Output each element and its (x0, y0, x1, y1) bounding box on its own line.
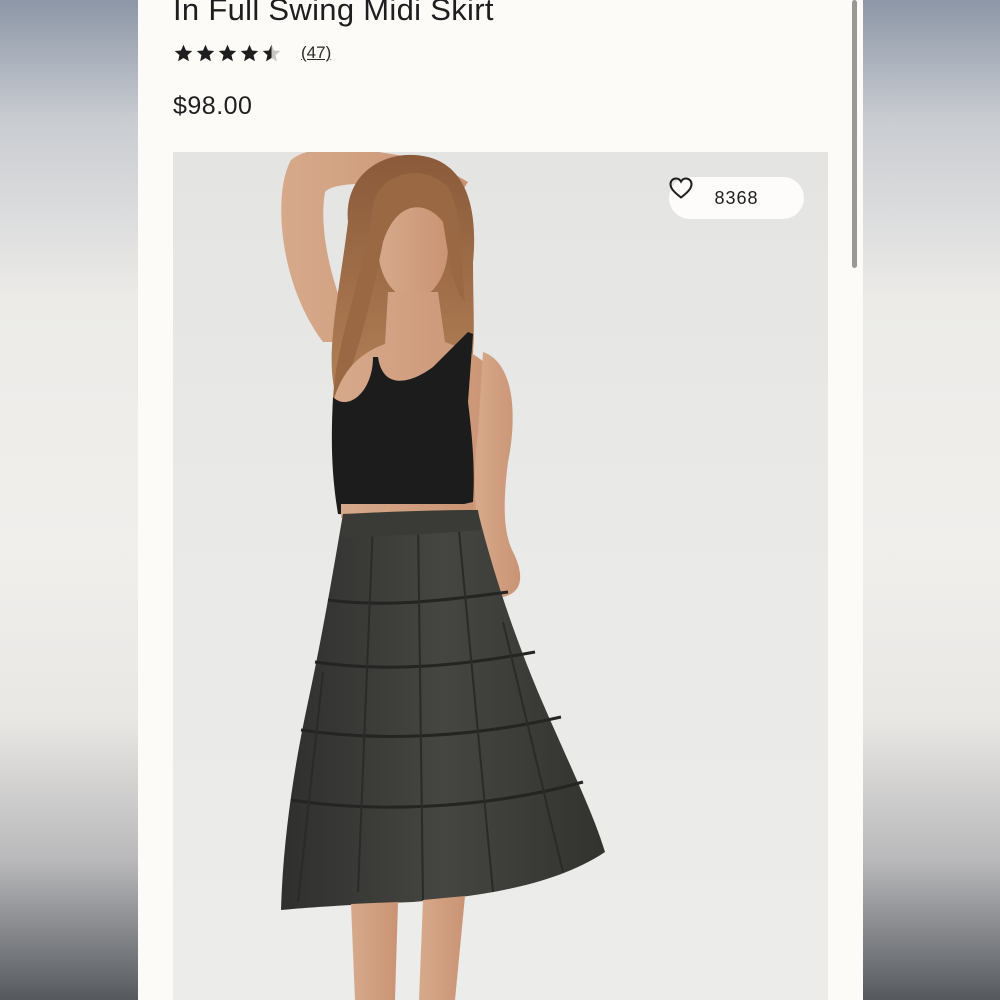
blurred-background-right (863, 0, 1000, 1000)
star-icon (240, 44, 259, 61)
star-icon (174, 44, 193, 61)
heart-outline-icon (669, 177, 693, 199)
star-icon (218, 44, 237, 61)
product-image[interactable]: 8368 (173, 152, 828, 1000)
half-star-icon (262, 44, 281, 61)
product-title: In Full Swing Midi Skirt (173, 0, 494, 27)
star-icon (196, 44, 215, 61)
product-panel: In Full Swing Midi Skirt (47) $98.00 836… (138, 0, 863, 1000)
star-rating (173, 43, 282, 64)
rating-row[interactable]: (47) (173, 41, 331, 65)
blurred-background-left (0, 0, 138, 1000)
product-price: $98.00 (173, 92, 253, 120)
favorite-count: 8368 (714, 187, 759, 208)
review-count-link[interactable]: (47) (301, 43, 331, 63)
model-photo (281, 152, 605, 1000)
favorite-button[interactable]: 8368 (669, 177, 804, 219)
scrollbar[interactable] (852, 0, 857, 268)
